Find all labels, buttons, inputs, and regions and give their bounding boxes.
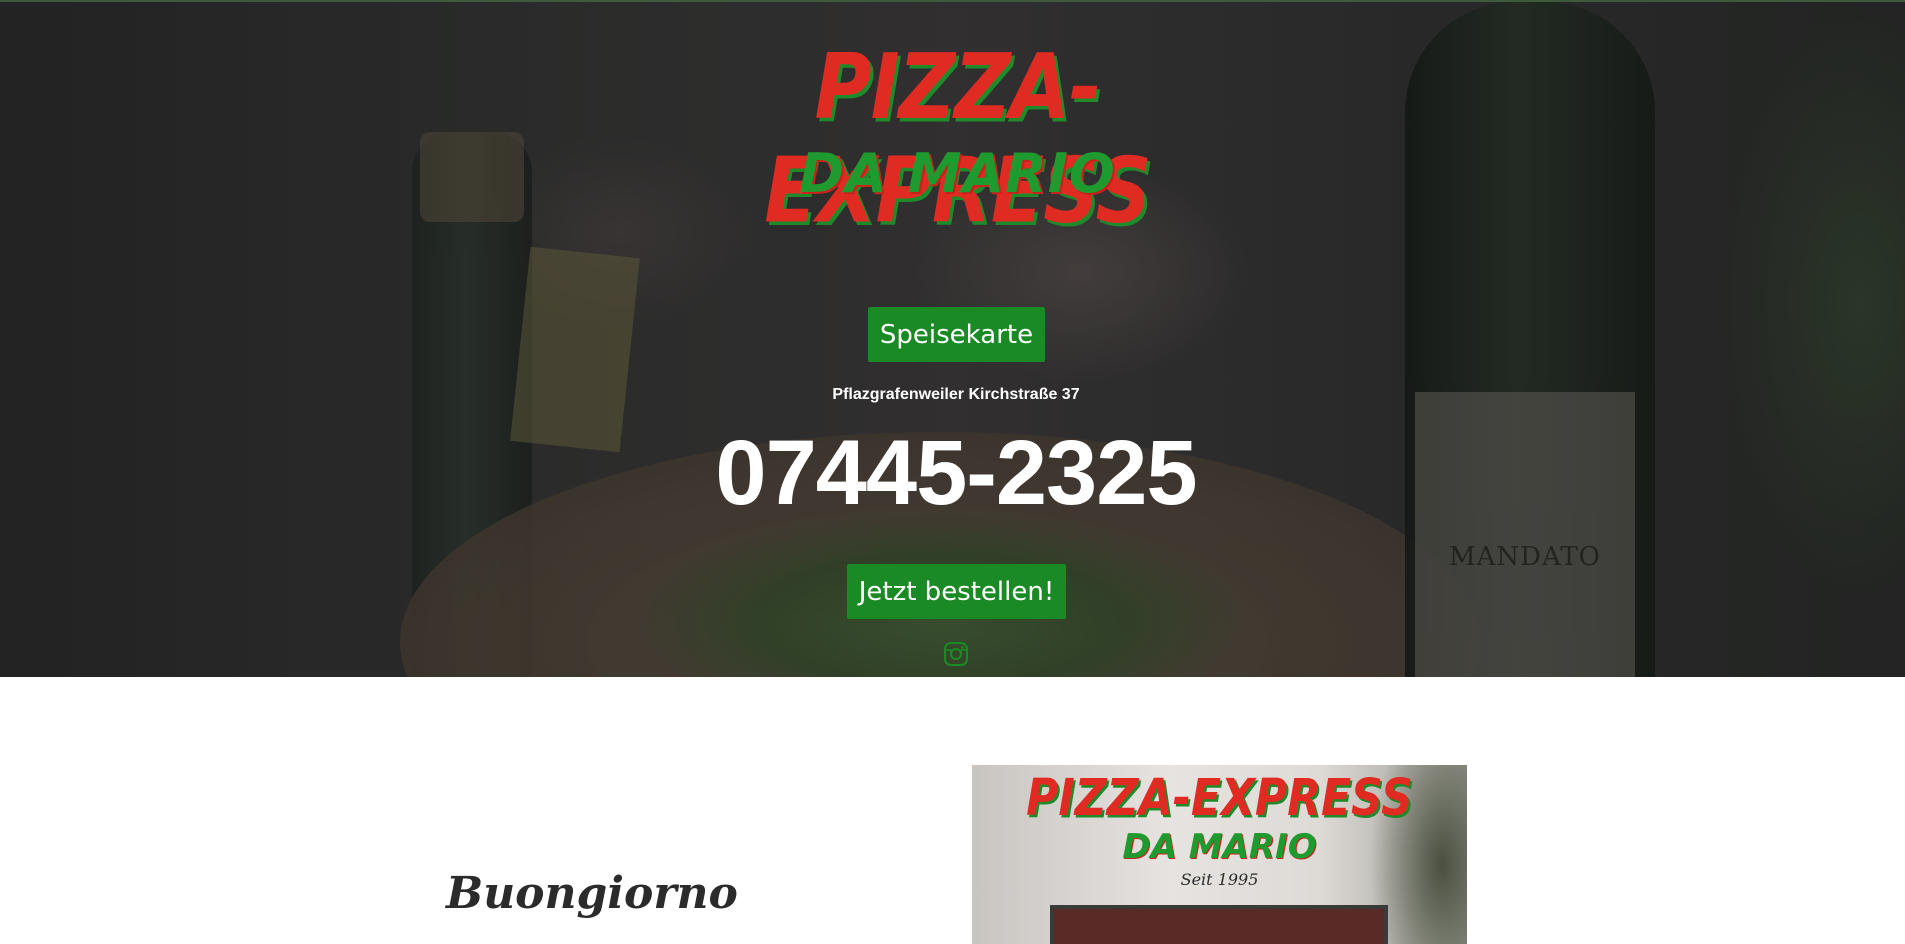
logo-subtitle: DA MARIO: [799, 142, 1116, 205]
logo-title: PIZZA-EXPRESS: [764, 36, 1152, 244]
menu-button[interactable]: Speisekarte: [868, 307, 1045, 362]
instagram-icon[interactable]: [942, 640, 970, 668]
promo-logo-title: PIZZA-EXPRESS: [1026, 769, 1413, 828]
promo-since: Seit 1995: [1180, 870, 1259, 889]
site-logo[interactable]: PIZZA-EXPRESS DA MARIO: [665, 37, 1250, 244]
promo-image: PIZZA-EXPRESS DA MARIO Seit 1995: [972, 765, 1467, 944]
phone-number[interactable]: 07445-2325: [650, 418, 1262, 528]
promo-screen: [1050, 905, 1388, 944]
greeting-heading: Buongiorno: [446, 868, 738, 919]
promo-logo-subtitle: DA MARIO: [1122, 827, 1317, 867]
order-button[interactable]: Jetzt bestellen!: [847, 564, 1066, 619]
address-text: Pflazgrafenweiler Kirchstraße 37: [832, 386, 1080, 403]
